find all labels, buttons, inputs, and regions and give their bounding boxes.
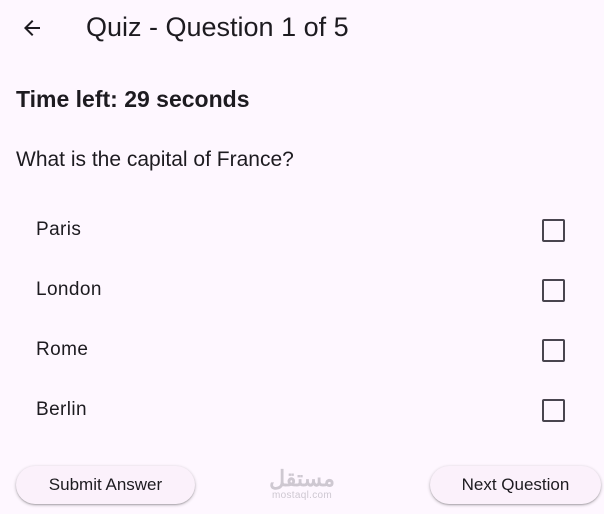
option-label: London	[36, 279, 102, 300]
option-label: Paris	[36, 219, 82, 240]
timer-label: Time left: 29 seconds	[16, 86, 250, 112]
option-checkbox[interactable]	[542, 278, 565, 302]
submit-answer-button[interactable]: Submit Answer	[16, 466, 195, 504]
next-question-button[interactable]: Next Question	[430, 466, 601, 504]
question-text: What is the capital of France?	[16, 148, 294, 171]
watermark: مستقل mostaql.com	[262, 468, 342, 502]
option-label: Rome	[36, 339, 89, 360]
watermark-logo: مستقل	[269, 466, 335, 491]
page-title: Quiz - Question 1 of 5	[86, 12, 349, 42]
option-row-rome[interactable]: Rome	[0, 320, 604, 380]
arrow-back-icon	[24, 20, 40, 36]
app-bar: Quiz - Question 1 of 5	[0, 0, 604, 56]
answer-options: Paris London Rome Berlin	[0, 200, 604, 440]
watermark-url: mostaql.com	[272, 490, 332, 501]
option-row-paris[interactable]: Paris	[0, 200, 604, 260]
option-row-london[interactable]: London	[0, 260, 604, 320]
option-checkbox[interactable]	[542, 398, 565, 422]
option-checkbox[interactable]	[542, 338, 565, 362]
option-row-berlin[interactable]: Berlin	[0, 380, 604, 440]
option-label: Berlin	[36, 399, 87, 420]
back-button[interactable]	[8, 4, 56, 52]
option-checkbox[interactable]	[542, 218, 565, 242]
